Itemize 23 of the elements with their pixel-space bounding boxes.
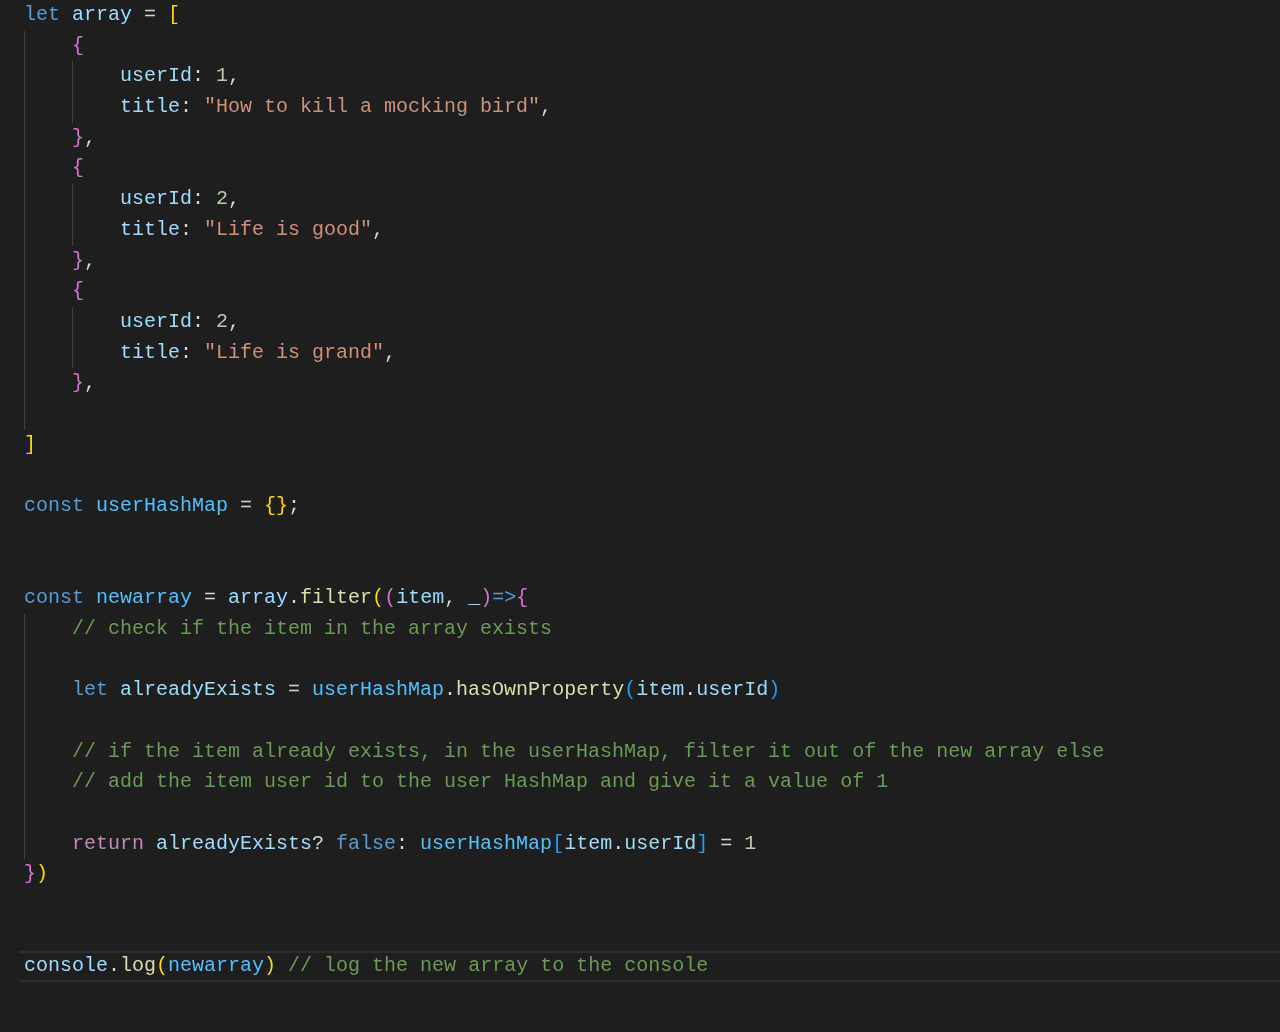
code-line: // add the item user id to the user HashMap and give it a value of 1: [72, 769, 889, 796]
code-line: userId: 2,: [120, 308, 241, 335]
code-line: },: [72, 247, 97, 274]
code-line: title: "Life is grand",: [120, 339, 397, 366]
code-line: title: "Life is good",: [120, 216, 385, 243]
code-line: return alreadyExists? false: userHashMap[item.userId] = 1: [72, 830, 757, 857]
code-line: const newarray = array.filter((item, _)=>{: [24, 585, 529, 612]
code-line: userId: 1,: [120, 63, 241, 90]
code-line: {: [72, 32, 84, 59]
code-line: // if the item already exists, in the userHashMap, filter it out of the new array else: [72, 738, 1105, 765]
code-line: },: [72, 124, 97, 151]
code-line: {: [72, 278, 84, 305]
code-line: console.log(newarray) // log the new array to the console: [24, 953, 709, 980]
code-line: const userHashMap = {};: [24, 493, 301, 519]
code-line: title: "How to kill a mocking bird",: [120, 94, 553, 121]
code-line: // check if the item in the array exists: [72, 615, 553, 642]
code-line: ]: [24, 431, 36, 458]
code-line: let array = [: [24, 2, 181, 28]
code-line: }): [24, 861, 49, 888]
code-line: {: [72, 155, 84, 182]
code-line: let alreadyExists = userHashMap.hasOwnProperty(item.userId): [72, 677, 781, 704]
code-line: userId: 2,: [120, 186, 241, 213]
code-line: },: [72, 370, 97, 397]
